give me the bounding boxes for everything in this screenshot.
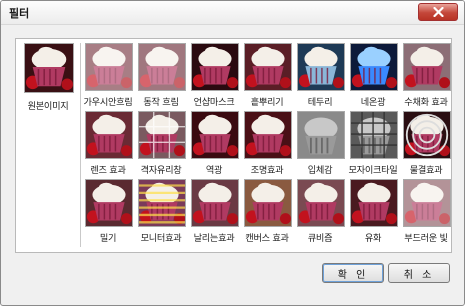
filter-thumbnail [191, 179, 239, 227]
filter-dialog: 필터 원본이미지 가우시안흐림 동작 흐림 언샵마스크 흩뿌리기 테두리 네온광… [0, 0, 465, 306]
filter-thumbnail [244, 111, 292, 159]
filter-label: 조명효과 [250, 165, 284, 176]
filter-thumbnail [85, 111, 133, 159]
filter-label: 모자이크타일 [348, 165, 398, 176]
filter-item[interactable]: 네온광 [347, 43, 399, 111]
filter-label: 수채화 효과 [404, 97, 448, 108]
filter-item[interactable]: 밀기 [82, 179, 134, 247]
filter-thumbnail [138, 179, 186, 227]
filter-label: 언샵마스크 [193, 97, 235, 108]
filter-label: 입체감 [307, 165, 333, 176]
filter-label: 가우시안흐림 [83, 97, 133, 108]
filter-thumbnail [297, 111, 345, 159]
filter-item[interactable]: 테두리 [294, 43, 346, 111]
filter-thumbnail [191, 111, 239, 159]
filter-label: 테두리 [307, 97, 333, 108]
filter-item[interactable]: 가우시안흐림 [82, 43, 134, 111]
filter-thumbnail [350, 111, 398, 159]
filter-thumbnail [403, 111, 451, 159]
filter-item[interactable]: 입체감 [294, 111, 346, 179]
original-image-item[interactable]: 원본이미지 [19, 43, 77, 115]
filter-label: 물결효과 [409, 165, 443, 176]
filter-thumbnail [403, 43, 451, 91]
filter-thumbnail [350, 43, 398, 91]
filter-label: 밀기 [99, 233, 117, 244]
filter-label: 동작 흐림 [143, 97, 179, 108]
filter-item[interactable]: 격자유리창 [135, 111, 187, 179]
close-icon [432, 7, 444, 17]
separator [80, 43, 81, 247]
filter-label: 부드러운 빛 [404, 233, 448, 244]
filter-item[interactable]: 역광 [188, 111, 240, 179]
filter-panel: 원본이미지 가우시안흐림 동작 흐림 언샵마스크 흩뿌리기 테두리 네온광 수채… [15, 38, 452, 253]
filter-label: 네온광 [360, 97, 386, 108]
original-label: 원본이미지 [27, 101, 69, 112]
filter-thumbnail [244, 43, 292, 91]
filter-thumbnail [191, 43, 239, 91]
filter-thumbnail [138, 43, 186, 91]
filter-label: 모니터효과 [140, 233, 182, 244]
filter-thumbnail [297, 43, 345, 91]
filter-item[interactable]: 수채화 효과 [400, 43, 452, 111]
filter-thumbnail [297, 179, 345, 227]
filter-label: 캔버스 효과 [245, 233, 289, 244]
cancel-button[interactable]: 취 소 [388, 263, 450, 283]
filter-thumbnail [85, 43, 133, 91]
filter-thumbnail [85, 179, 133, 227]
filter-item[interactable]: 조명효과 [241, 111, 293, 179]
filter-label: 역광 [205, 165, 223, 176]
filter-item[interactable]: 흩뿌리기 [241, 43, 293, 111]
filter-item[interactable]: 물결효과 [400, 111, 452, 179]
filter-label: 격자유리창 [140, 165, 182, 176]
dialog-title: 필터 [9, 7, 30, 20]
filter-item[interactable]: 큐비즘 [294, 179, 346, 247]
original-thumbnail [24, 43, 74, 93]
filter-item[interactable]: 캔버스 효과 [241, 179, 293, 247]
filter-grid: 가우시안흐림 동작 흐림 언샵마스크 흩뿌리기 테두리 네온광 수채화 효과 렌… [82, 43, 452, 249]
filter-item[interactable]: 부드러운 빛 [400, 179, 452, 247]
filter-label: 유화 [364, 233, 382, 244]
filter-label: 큐비즘 [307, 233, 333, 244]
filter-thumbnail [403, 179, 451, 227]
filter-item[interactable]: 유화 [347, 179, 399, 247]
filter-label: 렌즈 효과 [90, 165, 126, 176]
filter-label: 흩뿌리기 [250, 97, 284, 108]
filter-item[interactable]: 언샵마스크 [188, 43, 240, 111]
ok-button[interactable]: 확 인 [322, 263, 384, 283]
filter-thumbnail [244, 179, 292, 227]
filter-item[interactable]: 모니터효과 [135, 179, 187, 247]
filter-item[interactable]: 날리는효과 [188, 179, 240, 247]
filter-thumbnail [350, 179, 398, 227]
filter-thumbnail [138, 111, 186, 159]
filter-item[interactable]: 동작 흐림 [135, 43, 187, 111]
close-button[interactable] [418, 3, 458, 21]
filter-item[interactable]: 모자이크타일 [347, 111, 399, 179]
filter-label: 날리는효과 [193, 233, 235, 244]
filter-item[interactable]: 렌즈 효과 [82, 111, 134, 179]
title-bar: 필터 [1, 1, 464, 25]
